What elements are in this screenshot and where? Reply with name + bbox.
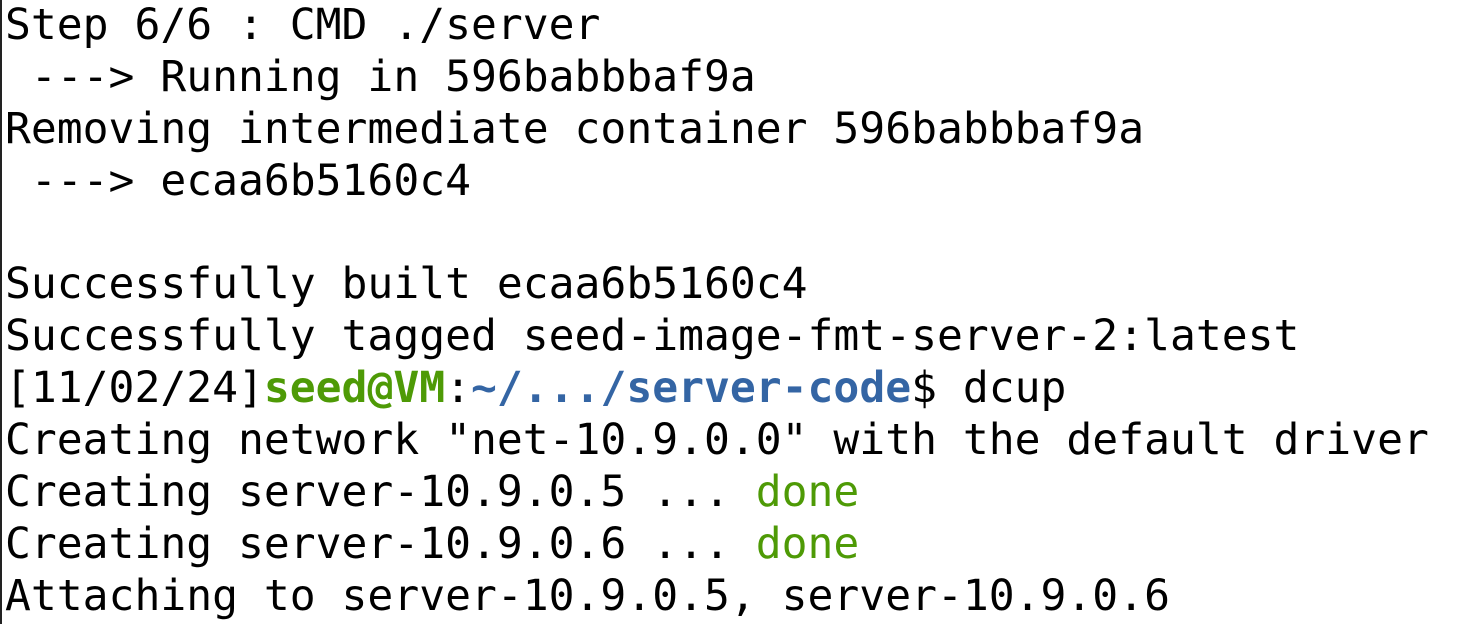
status-done: done (755, 518, 860, 569)
status-done: done (755, 467, 860, 518)
output-line: ---> Running in 596babbbaf9a (5, 51, 756, 102)
output-line: Creating network "net-10.9.0.0" with the… (5, 415, 1429, 466)
prompt-user-host: seed@VM (263, 363, 446, 414)
status-text: Creating server-10.9.0.6 ... (5, 518, 756, 569)
output-line: ---> ecaa6b5160c4 (5, 155, 471, 206)
prompt-dollar: $ (911, 363, 963, 414)
typed-command: dcup (962, 363, 1067, 414)
output-line: Removing intermediate container 596babbb… (5, 103, 1145, 154)
prompt-separator: : (445, 363, 471, 414)
prompt-path: ~/.../server-code (471, 363, 912, 414)
output-line: Creating server-10.9.0.5 ... done (5, 467, 1484, 519)
output-line: Attaching to server-10.9.0.5, server-10.… (5, 570, 1170, 621)
output-line: Creating server-10.9.0.6 ... done (5, 519, 1484, 571)
output-line: Successfully tagged seed-image-fmt-serve… (5, 311, 1300, 362)
prompt-line: [11/02/24]seed@VM:~/.../server-code$ dcu… (5, 363, 1484, 415)
status-text: Creating server-10.9.0.5 ... (5, 467, 756, 518)
prompt-date: [11/02/24] (5, 363, 264, 414)
output-line: Step 6/6 : CMD ./server (5, 0, 601, 50)
terminal-window[interactable]: Step 6/6 : CMD ./server ---> Running in … (0, 0, 1484, 624)
output-line: Successfully built ecaa6b5160c4 (5, 259, 808, 310)
